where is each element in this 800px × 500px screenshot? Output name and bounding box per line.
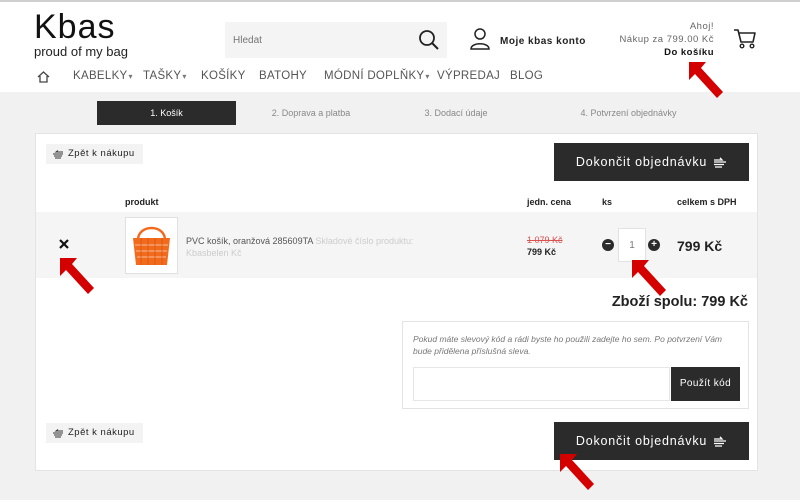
nav-item-modni-doplnky[interactable]: MÓDNÍ DOPLŇKY▾ xyxy=(324,70,430,82)
account-link[interactable]: Moje kbas konto xyxy=(470,28,586,55)
nav-item-batohy[interactable]: BATOHY xyxy=(259,70,307,82)
coupon-input[interactable] xyxy=(413,367,670,401)
cart-info: Ahoj! Nákup za 799.00 Kč Do košíku xyxy=(619,20,714,59)
search-box xyxy=(225,22,447,58)
row-total: 799 Kč xyxy=(677,238,723,254)
logo-mark: Kbas xyxy=(34,8,116,46)
old-price: 1 079 Kč xyxy=(527,235,563,245)
nav-item-tasky[interactable]: TAŠKY▾ xyxy=(143,70,187,82)
basket-image xyxy=(133,226,170,265)
logo-tagline: proud of my bag xyxy=(34,44,128,59)
col-header-total: celkem s DPH xyxy=(677,197,737,207)
chevron-down-icon: ▾ xyxy=(128,72,133,81)
step-cart[interactable]: 1. Košík xyxy=(97,101,236,125)
hand-right-icon xyxy=(714,435,727,447)
nav-item-blog[interactable]: BLOG xyxy=(510,70,543,82)
back-to-shop-button-top[interactable]: Zpět k nákupu xyxy=(46,144,143,164)
apply-coupon-button[interactable]: Použít kód xyxy=(671,367,740,401)
search-icon[interactable] xyxy=(417,28,441,52)
col-header-product: produkt xyxy=(125,197,159,207)
nav-item-kabelky[interactable]: KABELKY▾ xyxy=(73,70,133,82)
step-shipping[interactable]: 2. Doprava a platba xyxy=(236,101,386,125)
coupon-note: Pokud máte slevový kód a rádi byste ho p… xyxy=(413,334,722,356)
cart-summary: Nákup za 799.00 Kč xyxy=(619,34,714,45)
hand-left-icon xyxy=(53,428,63,437)
checkout-steps: 1. Košík 2. Doprava a platba 3. Dodací ú… xyxy=(97,101,751,125)
step-confirmation[interactable]: 4. Potvrzení objednávky xyxy=(526,101,731,125)
account-label: Moje kbas konto xyxy=(500,36,586,47)
quantity-input[interactable] xyxy=(618,228,646,262)
col-header-unit-price: jedn. cena xyxy=(527,197,572,207)
site-header: Kbas proud of my bag Moje kbas konto Aho… xyxy=(0,2,800,92)
annotation-arrow-icon xyxy=(632,260,666,296)
back-to-shop-button-bottom[interactable]: Zpět k nákupu xyxy=(46,423,143,443)
unit-price: 799 Kč xyxy=(527,247,557,257)
greeting: Ahoj! xyxy=(689,21,714,32)
product-thumbnail[interactable] xyxy=(125,217,178,274)
qty-increase-button[interactable]: + xyxy=(648,239,660,251)
logo[interactable]: Kbas proud of my bag xyxy=(34,8,134,59)
annotation-arrow-icon xyxy=(560,454,594,490)
home-icon[interactable] xyxy=(37,70,50,88)
annotation-arrow-icon xyxy=(60,258,94,294)
annotation-arrow-icon xyxy=(689,62,723,98)
cart-icon[interactable] xyxy=(733,28,757,50)
user-icon xyxy=(470,28,490,55)
cart-link[interactable]: Do košíku xyxy=(619,46,714,59)
coupon-box: Pokud máte slevový kód a rádi byste ho p… xyxy=(402,321,749,409)
product-name[interactable]: PVC košík, oranžová 285609TA Skladové čí… xyxy=(186,235,416,259)
chevron-down-icon: ▾ xyxy=(182,72,187,81)
step-delivery[interactable]: 3. Dodací údaje xyxy=(386,101,526,125)
nav-item-kosiky[interactable]: KOŠÍKY xyxy=(201,70,246,82)
finish-order-button-top[interactable]: Dokončit objednávku xyxy=(554,143,749,181)
remove-item-icon[interactable] xyxy=(58,237,70,249)
chevron-down-icon: ▾ xyxy=(425,72,430,81)
hand-left-icon xyxy=(53,149,63,158)
col-header-qty: ks xyxy=(602,197,613,207)
nav-item-vypredaj[interactable]: VÝPREDAJ xyxy=(437,70,500,82)
search-input[interactable] xyxy=(225,22,405,58)
qty-decrease-button[interactable]: − xyxy=(602,239,614,251)
hand-right-icon xyxy=(714,156,727,168)
